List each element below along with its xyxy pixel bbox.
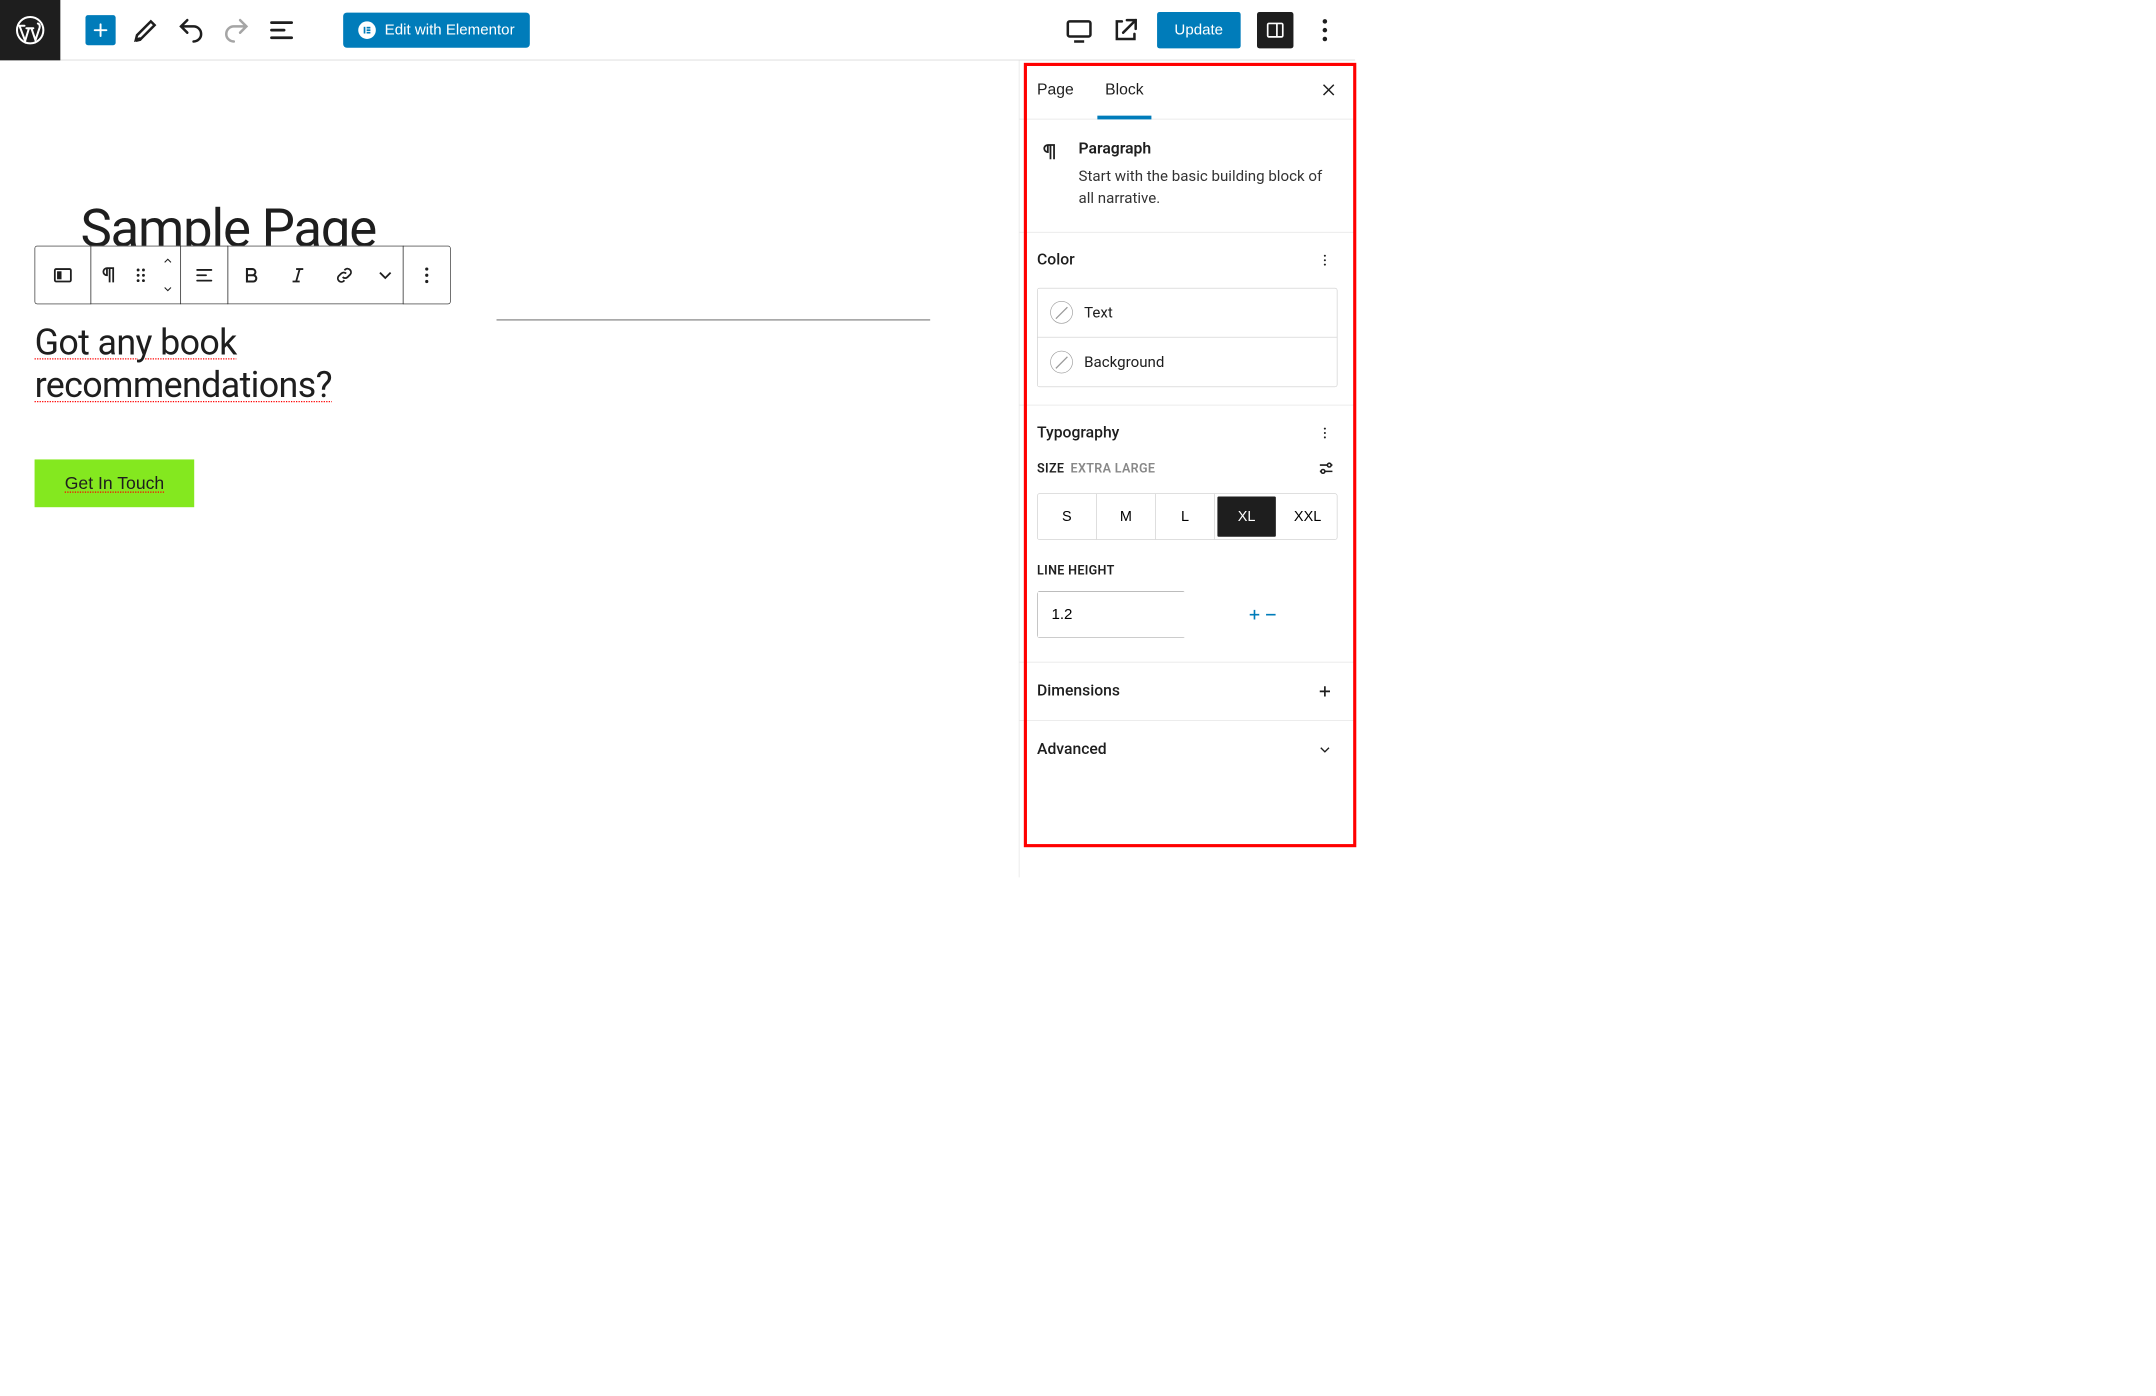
close-sidebar-button[interactable] <box>1316 77 1341 102</box>
size-xl[interactable]: XL <box>1217 496 1275 536</box>
size-xxl[interactable]: XXL <box>1278 494 1336 539</box>
size-m[interactable]: M <box>1097 494 1156 539</box>
color-list: Text Background <box>1037 288 1337 387</box>
elementor-label: Edit with Elementor <box>385 21 515 39</box>
size-settings-button[interactable] <box>1315 457 1338 480</box>
edit-icon[interactable] <box>131 15 161 45</box>
color-title: Color <box>1037 251 1075 269</box>
advanced-expand-button[interactable] <box>1312 737 1337 762</box>
dimensions-panel-header[interactable]: Dimensions <box>1037 662 1337 720</box>
paragraph-icon <box>1037 140 1062 165</box>
more-format-button[interactable] <box>368 246 403 303</box>
paragraph-icon[interactable] <box>91 246 126 303</box>
undo-button[interactable] <box>176 15 206 45</box>
block-options-button[interactable] <box>403 246 450 303</box>
line-height-decrease[interactable] <box>1263 592 1279 637</box>
size-value: EXTRA LARGE <box>1071 460 1156 475</box>
drag-handle-icon[interactable] <box>126 246 155 303</box>
align-button[interactable] <box>181 246 228 303</box>
block-name: Paragraph <box>1079 140 1338 158</box>
size-label: SIZE <box>1037 460 1064 475</box>
link-button[interactable] <box>321 246 368 303</box>
advanced-panel-header[interactable]: Advanced <box>1037 721 1337 779</box>
line-height-label: LINE HEIGHT <box>1037 562 1337 577</box>
color-options-button[interactable] <box>1312 247 1337 272</box>
dimensions-add-button[interactable] <box>1312 679 1337 704</box>
tab-page[interactable]: Page <box>1033 61 1077 119</box>
bold-button[interactable] <box>228 246 275 303</box>
background-color-row[interactable]: Background <box>1038 337 1337 386</box>
block-info: Paragraph Start with the basic building … <box>1019 119 1355 232</box>
background-color-swatch <box>1050 350 1073 373</box>
advanced-title: Advanced <box>1037 740 1107 758</box>
editor-canvas[interactable]: Sample Page <box>0 60 1019 877</box>
move-down-button[interactable] <box>155 275 180 303</box>
top-toolbar: Edit with Elementor Update <box>0 0 1355 60</box>
select-parent-button[interactable] <box>35 246 90 303</box>
sidebar-tabs: Page Block <box>1019 60 1355 119</box>
text-color-row[interactable]: Text <box>1038 288 1337 337</box>
elementor-icon <box>358 21 376 39</box>
italic-button[interactable] <box>275 246 322 303</box>
size-row: SIZE EXTRA LARGE <box>1037 457 1337 480</box>
cta-label: Get In Touch <box>65 473 164 492</box>
view-desktop-icon[interactable] <box>1064 15 1094 45</box>
line-height-increase[interactable] <box>1246 592 1262 637</box>
typography-panel-header[interactable]: Typography <box>1037 405 1337 460</box>
typography-title: Typography <box>1037 424 1119 442</box>
text-color-label: Text <box>1084 304 1113 322</box>
size-l[interactable]: L <box>1156 494 1215 539</box>
settings-sidebar: Page Block Paragraph Start with the basi… <box>1019 60 1355 877</box>
line-height-field[interactable] <box>1038 592 1247 637</box>
background-color-label: Background <box>1084 353 1164 371</box>
toolbar-right: Update <box>1064 12 1340 48</box>
paragraph-text-2: recommendations? <box>35 364 332 406</box>
cta-button[interactable]: Get In Touch <box>35 459 195 507</box>
document-overview-button[interactable] <box>266 15 296 45</box>
toolbar-left <box>60 15 296 45</box>
block-underline <box>497 319 931 320</box>
move-up-button[interactable] <box>155 247 180 275</box>
line-height-input <box>1037 591 1185 638</box>
redo-button[interactable] <box>221 15 251 45</box>
text-color-swatch <box>1050 301 1073 324</box>
view-external-icon[interactable] <box>1110 15 1140 45</box>
block-toolbar <box>35 246 450 304</box>
add-block-button[interactable] <box>85 15 115 45</box>
sidebar-toggle-button[interactable] <box>1257 12 1293 48</box>
paragraph-block[interactable]: Got any book recommendations? <box>35 321 332 407</box>
typography-options-button[interactable] <box>1312 420 1337 445</box>
color-panel: Color Text Background <box>1019 232 1355 405</box>
dimensions-title: Dimensions <box>1037 682 1120 700</box>
move-block-controls <box>155 247 180 304</box>
tab-block[interactable]: Block <box>1101 61 1147 119</box>
update-button[interactable]: Update <box>1157 12 1241 48</box>
color-panel-header[interactable]: Color <box>1037 232 1337 287</box>
dimensions-panel: Dimensions <box>1019 662 1355 720</box>
wordpress-logo[interactable] <box>0 0 60 60</box>
typography-panel: Typography SIZE EXTRA LARGE S M L <box>1019 405 1355 662</box>
size-picker: S M L XL XXL <box>1037 493 1337 540</box>
options-menu-button[interactable] <box>1310 15 1340 45</box>
size-s[interactable]: S <box>1038 494 1097 539</box>
edit-with-elementor-button[interactable]: Edit with Elementor <box>343 12 530 47</box>
advanced-panel: Advanced <box>1019 721 1355 779</box>
block-description: Start with the basic building block of a… <box>1079 165 1338 209</box>
paragraph-text-1: Got any book <box>35 321 237 363</box>
